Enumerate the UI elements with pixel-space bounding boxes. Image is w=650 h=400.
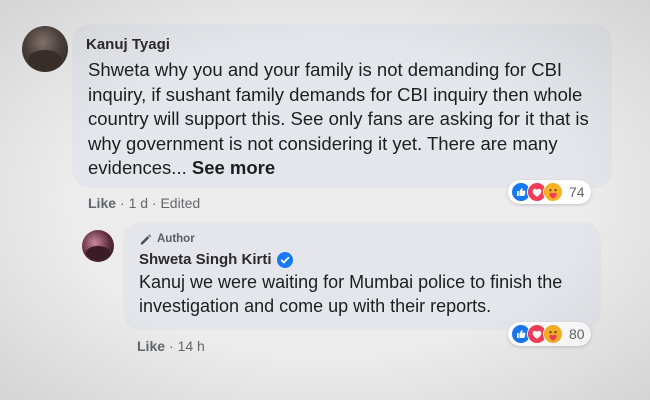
author-badge: Author xyxy=(139,232,585,246)
comment-reactions[interactable]: 74 xyxy=(508,180,591,204)
verified-badge-icon xyxy=(276,251,293,268)
like-button[interactable]: Like xyxy=(88,195,116,211)
care-reaction-icon xyxy=(543,182,563,202)
avatar-silhouette xyxy=(86,246,110,260)
reply-reactions[interactable]: 80 xyxy=(508,322,591,346)
reaction-count: 80 xyxy=(569,326,585,342)
comment-bubble: Kanuj Tyagi Shweta why you and your fami… xyxy=(72,24,612,188)
comment-text: Shweta why you and your family is not de… xyxy=(88,58,593,181)
avatar-silhouette xyxy=(28,50,62,70)
reply-actions: Like · 14 h xyxy=(137,338,205,354)
author-badge-label: Author xyxy=(157,233,195,245)
reply-author-avatar[interactable] xyxy=(82,230,114,262)
like-button[interactable]: Like xyxy=(137,338,165,354)
reply-author-name[interactable]: Shweta Singh Kirti xyxy=(139,251,272,268)
pencil-icon xyxy=(139,233,152,246)
reply-text: Kanuj we were waiting for Mumbai police … xyxy=(139,272,563,316)
comment-actions: Like · 1 d · Edited xyxy=(88,195,200,211)
reply-meta: · 14 h xyxy=(169,338,205,354)
reply-bubble: Author Shweta Singh Kirti Kanuj we were … xyxy=(123,222,601,330)
commenter-avatar[interactable] xyxy=(22,26,68,72)
commenter-name[interactable]: Kanuj Tyagi xyxy=(86,36,170,53)
comment-meta: · 1 d · Edited xyxy=(120,195,201,211)
reaction-count: 74 xyxy=(569,184,585,200)
care-reaction-icon xyxy=(543,324,563,344)
see-more-link[interactable]: See more xyxy=(192,157,275,178)
comment-body: Shweta why you and your family is not de… xyxy=(88,59,589,178)
